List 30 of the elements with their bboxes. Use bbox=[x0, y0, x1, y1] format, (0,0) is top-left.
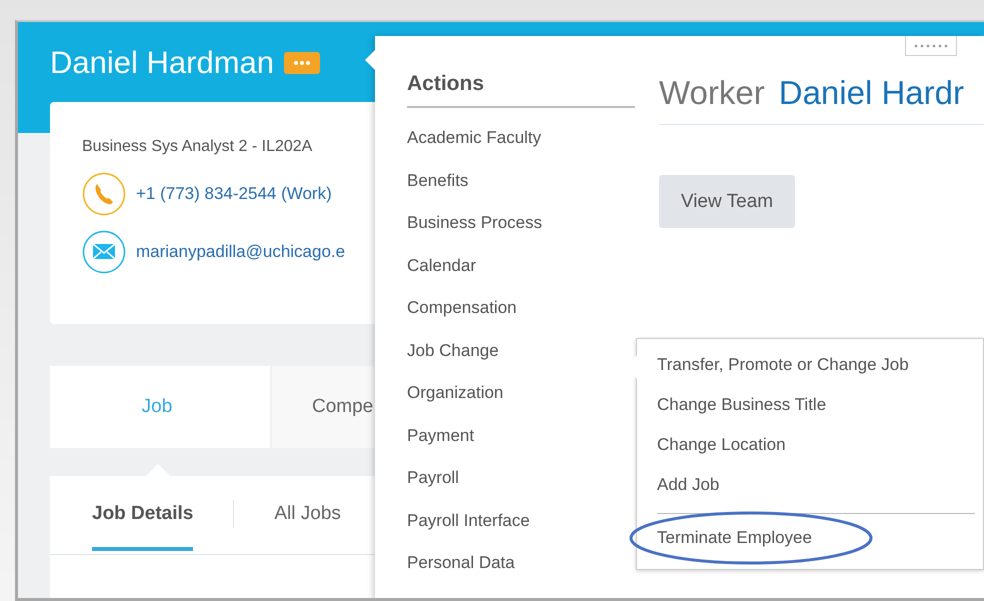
subtab[interactable]: Job Details bbox=[92, 503, 194, 551]
menu-item[interactable]: Compensation bbox=[407, 298, 635, 340]
worker-label: Worker bbox=[659, 74, 765, 112]
related-actions-button[interactable] bbox=[284, 52, 320, 74]
menu-item[interactable]: Academic Faculty bbox=[407, 128, 635, 170]
view-team-button[interactable]: View Team bbox=[659, 175, 795, 228]
worker-name: Daniel Hardman bbox=[50, 45, 274, 81]
submenu-item[interactable]: Add Job bbox=[657, 475, 983, 515]
menu-item[interactable]: Personal Data bbox=[407, 553, 635, 596]
subtab[interactable]: All Jobs bbox=[274, 503, 341, 551]
menu-item[interactable]: Payroll Interface bbox=[407, 510, 635, 553]
actions-heading: Actions bbox=[407, 72, 635, 108]
menu-item[interactable]: Payment bbox=[407, 426, 635, 468]
drag-handle-icon[interactable] bbox=[905, 36, 957, 56]
menu-item[interactable]: Job Change bbox=[407, 340, 635, 383]
phone-icon bbox=[82, 172, 126, 216]
menu-item[interactable]: Organization bbox=[407, 383, 635, 426]
menu-item[interactable]: Payroll bbox=[407, 468, 635, 510]
submenu-item[interactable]: Change Location bbox=[657, 435, 983, 475]
email-icon bbox=[82, 230, 126, 274]
job-title: Business Sys Analyst 2 - IL202A bbox=[82, 138, 314, 156]
more-icon bbox=[292, 60, 312, 66]
email-link[interactable]: marianypadilla@uchicago.e bbox=[136, 242, 346, 262]
worker-link[interactable]: Daniel Hardr bbox=[778, 74, 964, 112]
submenu-item[interactable]: Transfer, Promote or Change Job bbox=[657, 355, 983, 395]
submenu-item[interactable]: Change Business Title bbox=[657, 395, 983, 435]
menu-item[interactable]: Benefits bbox=[407, 170, 635, 213]
menu-item[interactable]: Calendar bbox=[407, 256, 635, 298]
menu-item[interactable]: Business Process bbox=[407, 213, 635, 256]
phone-link[interactable]: +1 (773) 834-2544 (Work) bbox=[136, 184, 332, 204]
